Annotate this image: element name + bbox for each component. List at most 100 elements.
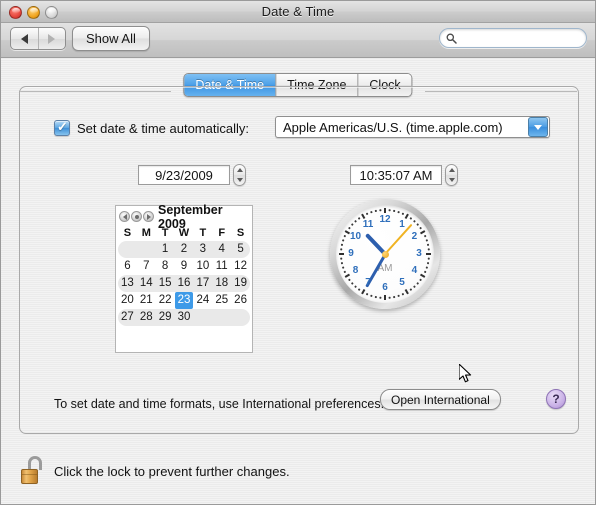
calendar-day-cell[interactable]: 6 (118, 258, 137, 275)
calendar-day-cell[interactable]: 4 (212, 241, 231, 258)
calendar-empty-cell (137, 241, 156, 258)
search-input[interactable] (461, 31, 575, 45)
stepper-up-icon[interactable] (448, 168, 455, 172)
calendar-widget[interactable]: September 2009 S M T W T F S 1 2 3 4 5 6 7 8 9 10… (115, 203, 253, 353)
calendar-day-cell[interactable]: 11 (212, 258, 231, 275)
calendar-day-cell[interactable]: 3 (193, 241, 212, 258)
calendar-day-cell[interactable]: 21 (137, 292, 156, 309)
stepper-down-icon[interactable] (448, 178, 455, 182)
calendar-week-row: 27 28 29 30 (116, 309, 252, 326)
calendar-day-cell[interactable]: 20 (118, 292, 137, 309)
clock-face: AM 12 1 2 3 4 5 6 7 8 9 10 11 (336, 205, 434, 303)
lock-row: Click the lock to prevent further change… (19, 456, 290, 486)
date-stepper[interactable] (233, 164, 246, 186)
time-input[interactable]: 10:35:07 AM (350, 165, 442, 185)
window-titlebar: Date & Time (1, 1, 595, 23)
search-field[interactable] (439, 28, 587, 48)
today-icon[interactable] (131, 211, 142, 222)
open-international-button[interactable]: Open International (380, 389, 501, 410)
calendar-empty-cell (118, 241, 137, 258)
forward-button (37, 28, 66, 49)
prev-month-icon[interactable] (119, 211, 130, 222)
time-stepper[interactable] (445, 164, 458, 186)
calendar-day-cell[interactable]: 9 (175, 258, 194, 275)
calendar-day-cell[interactable]: 8 (156, 258, 175, 275)
calendar-day-cell[interactable]: 5 (231, 241, 250, 258)
chevron-down-icon (528, 117, 548, 137)
stepper-down-icon[interactable] (236, 178, 243, 182)
calendar-empty-cell (231, 309, 250, 326)
calendar-day-cell[interactable]: 12 (231, 258, 250, 275)
unlocked-padlock-icon[interactable] (19, 456, 45, 486)
show-all-label: Show All (86, 31, 136, 46)
calendar-day-cell[interactable]: 23 (174, 292, 194, 309)
clock-numeral: 11 (362, 218, 374, 230)
date-value: 9/23/2009 (155, 167, 213, 183)
preferences-window: Date & Time Show All Date & Time Time Zo… (0, 0, 596, 505)
help-label: ? (552, 392, 560, 406)
calendar-day-cell[interactable]: 13 (118, 275, 137, 292)
nav-button-group (10, 27, 66, 50)
calendar-week-row: 20 21 22 23 24 25 26 (116, 292, 252, 309)
triangle-left-icon (20, 33, 28, 44)
weekday-label: M (141, 227, 151, 239)
calendar-day-cell[interactable]: 30 (175, 309, 194, 326)
calendar-empty-cell (193, 309, 212, 326)
calendar-day-cell[interactable]: 22 (156, 292, 175, 309)
stepper-up-icon[interactable] (236, 168, 243, 172)
calendar-day-cell[interactable]: 29 (156, 309, 175, 326)
calendar-day-cell[interactable]: 15 (156, 275, 175, 292)
clock-numeral: 7 (365, 277, 371, 289)
open-international-label: Open International (391, 392, 490, 407)
date-input[interactable]: 9/23/2009 (138, 165, 230, 185)
clock-hub (381, 250, 389, 258)
calendar-day-cell[interactable]: 14 (137, 275, 156, 292)
show-all-button[interactable]: Show All (72, 26, 150, 51)
calendar-day-cell[interactable]: 1 (156, 241, 175, 258)
window-toolbar: Show All (1, 23, 595, 58)
clock-numeral: 8 (352, 265, 359, 276)
calendar-day-cell[interactable]: 10 (193, 258, 212, 275)
analog-clock: AM 12 1 2 3 4 5 6 7 8 9 10 11 (330, 199, 440, 309)
calendar-week-row: 13 14 15 16 17 18 19 (116, 275, 252, 292)
calendar-weeks: 1 2 3 4 5 6 7 8 9 10 11 12 13 14 15 16 17 18 19 20 21 22 23 24 2… (116, 241, 252, 326)
clock-numeral: 5 (399, 277, 405, 289)
weekday-label: S (236, 227, 245, 239)
calendar-day-cell[interactable]: 25 (212, 292, 231, 309)
calendar-day-cell[interactable]: 27 (118, 309, 137, 326)
calendar-day-cell[interactable]: 26 (231, 292, 250, 309)
weekday-label: S (123, 227, 132, 239)
calendar-empty-cell (212, 309, 231, 326)
calendar-header: September 2009 (116, 203, 252, 231)
weekday-label: F (218, 227, 226, 239)
weekday-label: T (161, 227, 169, 239)
set-automatically-label: Set date & time automatically: (77, 120, 249, 136)
clock-numeral: 4 (411, 265, 418, 276)
weekday-label: T (199, 227, 207, 239)
calendar-day-cell[interactable]: 2 (175, 241, 194, 258)
help-button[interactable]: ? (546, 389, 566, 409)
calendar-day-cell[interactable]: 7 (137, 258, 156, 275)
calendar-weekday-header: S M T W T F S (116, 225, 252, 241)
weekday-label: W (178, 227, 190, 239)
calendar-day-cell[interactable]: 24 (193, 292, 212, 309)
clock-numeral: 6 (382, 282, 388, 293)
calendar-day-cell[interactable]: 18 (212, 275, 231, 292)
calendar-day-cell[interactable]: 16 (175, 275, 194, 292)
time-server-dropdown[interactable]: Apple Americas/U.S. (time.apple.com) (275, 116, 550, 138)
time-value: 10:35:07 AM (359, 167, 433, 183)
set-automatically-checkbox[interactable]: ✓ (54, 120, 70, 136)
calendar-day-cell[interactable]: 19 (231, 275, 250, 292)
format-note: To set date and time formats, use Intern… (54, 397, 385, 411)
calendar-day-cell[interactable]: 28 (137, 309, 156, 326)
back-button[interactable] (11, 28, 38, 49)
calendar-nav-buttons (119, 211, 154, 222)
triangle-right-icon (48, 33, 56, 44)
clock-numeral: 10 (349, 231, 362, 242)
calendar-day-cell[interactable]: 17 (193, 275, 212, 292)
lock-text: Click the lock to prevent further change… (54, 463, 290, 479)
window-title: Date & Time (261, 4, 335, 19)
next-month-icon[interactable] (143, 211, 154, 222)
search-icon (446, 33, 457, 44)
clock-numeral: 9 (348, 248, 354, 259)
